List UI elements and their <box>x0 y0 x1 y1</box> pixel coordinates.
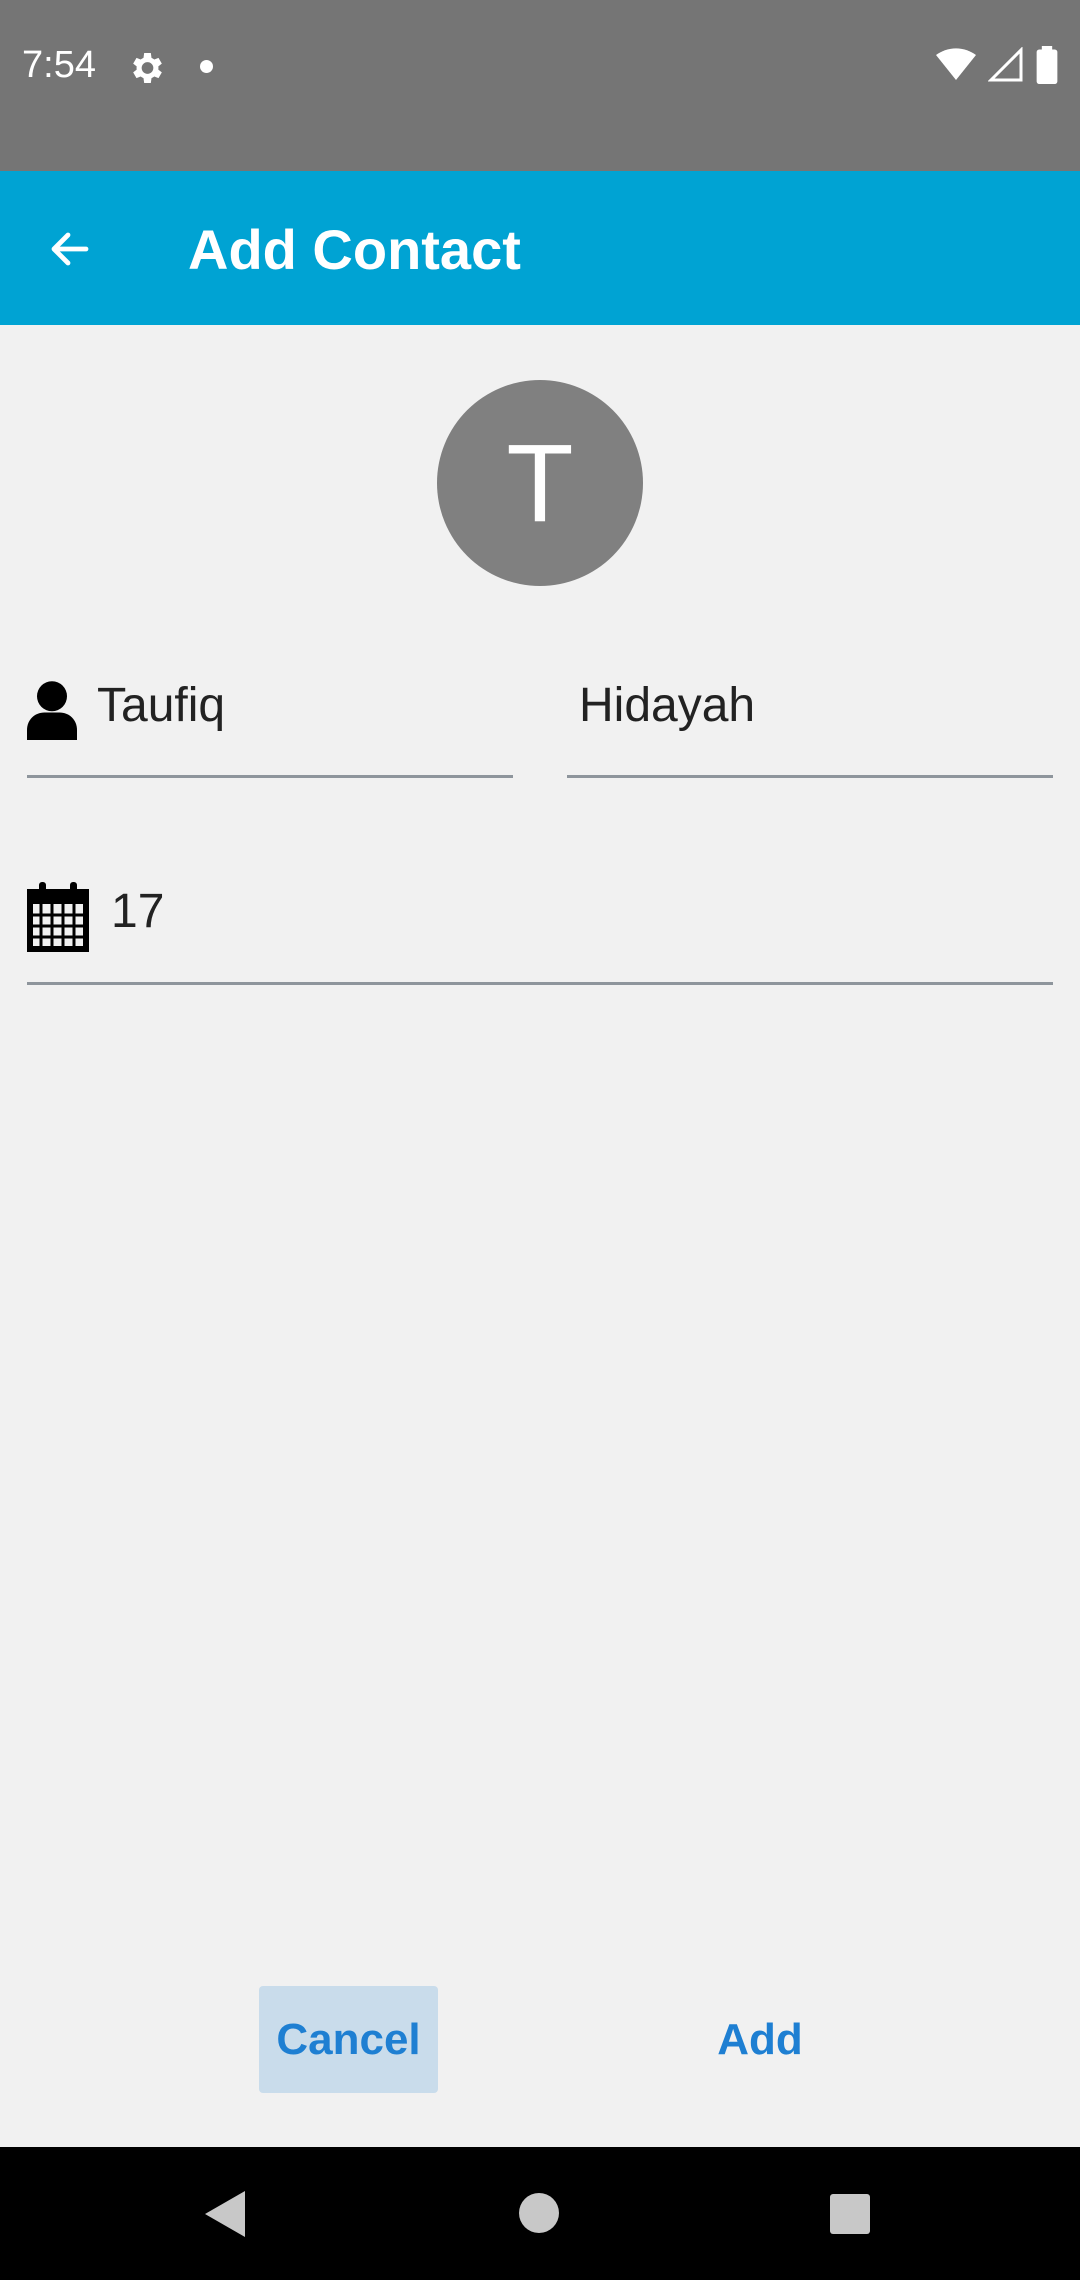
last-name-field[interactable]: Hidayah <box>567 650 1053 778</box>
back-button[interactable] <box>34 213 106 285</box>
arrow-back-icon <box>51 232 89 266</box>
avatar[interactable]: T <box>437 380 643 586</box>
page-title: Add Contact <box>188 218 521 281</box>
status-bar: 7:54 <box>0 0 1080 171</box>
add-button[interactable]: Add <box>690 1986 830 2093</box>
calendar-icon <box>27 882 89 952</box>
first-name-field[interactable]: Taufiq <box>27 650 513 778</box>
nav-home-icon[interactable] <box>519 2193 559 2233</box>
wifi-icon <box>936 48 976 80</box>
app-bar: Add Contact <box>0 171 1080 325</box>
status-icons <box>936 46 1058 84</box>
gear-icon <box>133 53 162 83</box>
last-name-value: Hidayah <box>579 679 756 732</box>
birthday-value: 17 <box>111 885 165 938</box>
nav-back-icon[interactable] <box>205 2191 245 2237</box>
nav-recents-icon[interactable] <box>830 2194 870 2234</box>
signal-icon <box>988 47 1023 82</box>
first-name-value: Taufiq <box>97 679 226 732</box>
battery-icon <box>1036 46 1058 84</box>
cancel-button[interactable]: Cancel <box>259 1986 438 2093</box>
status-time: 7:54 <box>22 44 96 86</box>
notification-dot-icon <box>200 60 213 73</box>
birthday-field[interactable]: 17 <box>27 856 1053 985</box>
system-nav-bar <box>0 2147 1080 2280</box>
person-icon <box>27 681 77 740</box>
